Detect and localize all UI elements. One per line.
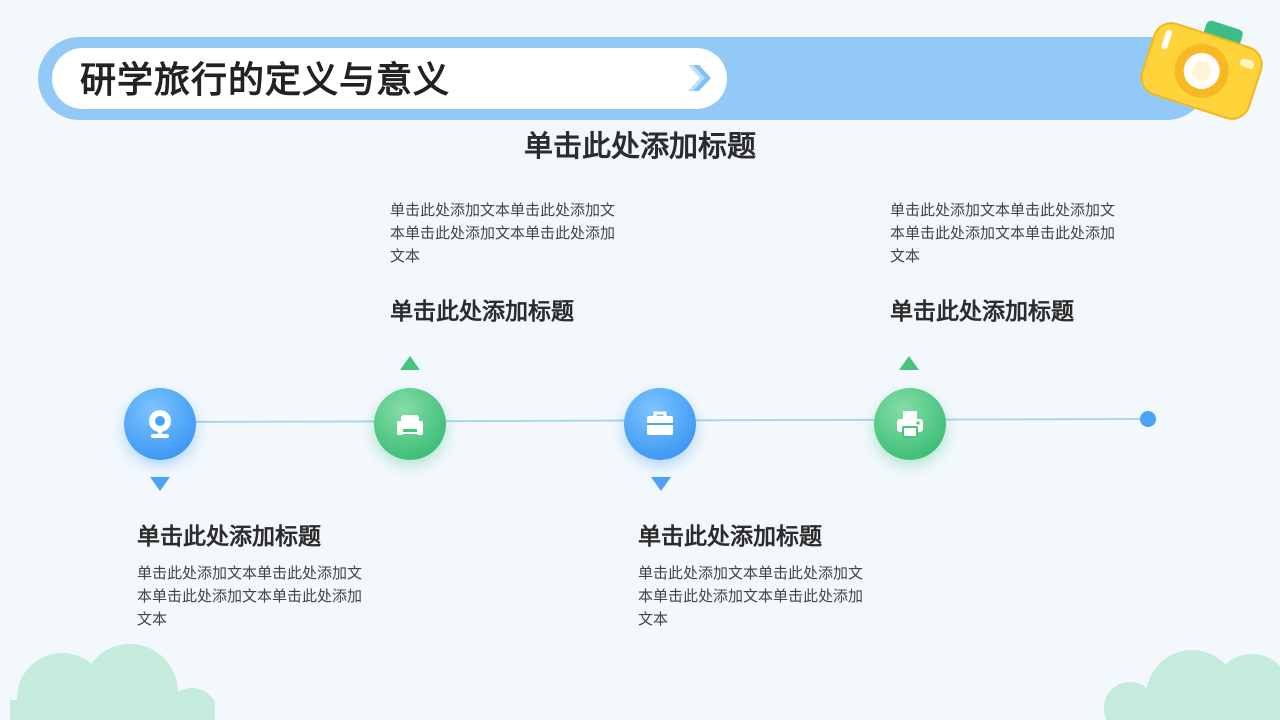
arrow-down-marker [651, 477, 671, 491]
arrow-up-marker [400, 356, 420, 370]
item-3-text: 单击此处添加文本单击此处添加文本单击此处添加文本单击此处添加文本 [638, 564, 864, 628]
timeline-node-1 [124, 388, 196, 460]
page-title: 研学旅行的定义与意义 [80, 60, 451, 101]
webcam-icon [149, 410, 171, 438]
item-1-title: 单击此处添加标题 [137, 524, 321, 550]
timeline-node-2 [374, 388, 446, 460]
timeline-node-4 [874, 388, 946, 460]
item-1-text: 单击此处添加文本单击此处添加文本单击此处添加文本单击此处添加文本 [137, 564, 363, 628]
sofa-icon [397, 415, 423, 435]
item-2-text: 单击此处添加文本单击此处添加文本单击此处添加文本单击此处添加文本 [390, 201, 616, 265]
item-3-title: 单击此处添加标题 [638, 524, 822, 550]
item-4-text: 单击此处添加文本单击此处添加文本单击此处添加文本单击此处添加文本 [890, 201, 1116, 265]
camera-icon [1140, 20, 1263, 120]
chevron-right-icon [688, 65, 711, 91]
arrow-down-marker [150, 477, 170, 491]
main-title: 单击此处添加标题 [523, 129, 756, 163]
item-4-title: 单击此处添加标题 [890, 299, 1074, 325]
printer-icon [897, 411, 923, 438]
item-2-title: 单击此处添加标题 [390, 299, 574, 325]
cloud-decoration [1104, 650, 1280, 720]
cloud-decoration [10, 644, 215, 720]
toolbox-icon [647, 411, 673, 435]
timeline-node-3 [624, 388, 696, 460]
arrow-up-marker [899, 356, 919, 370]
